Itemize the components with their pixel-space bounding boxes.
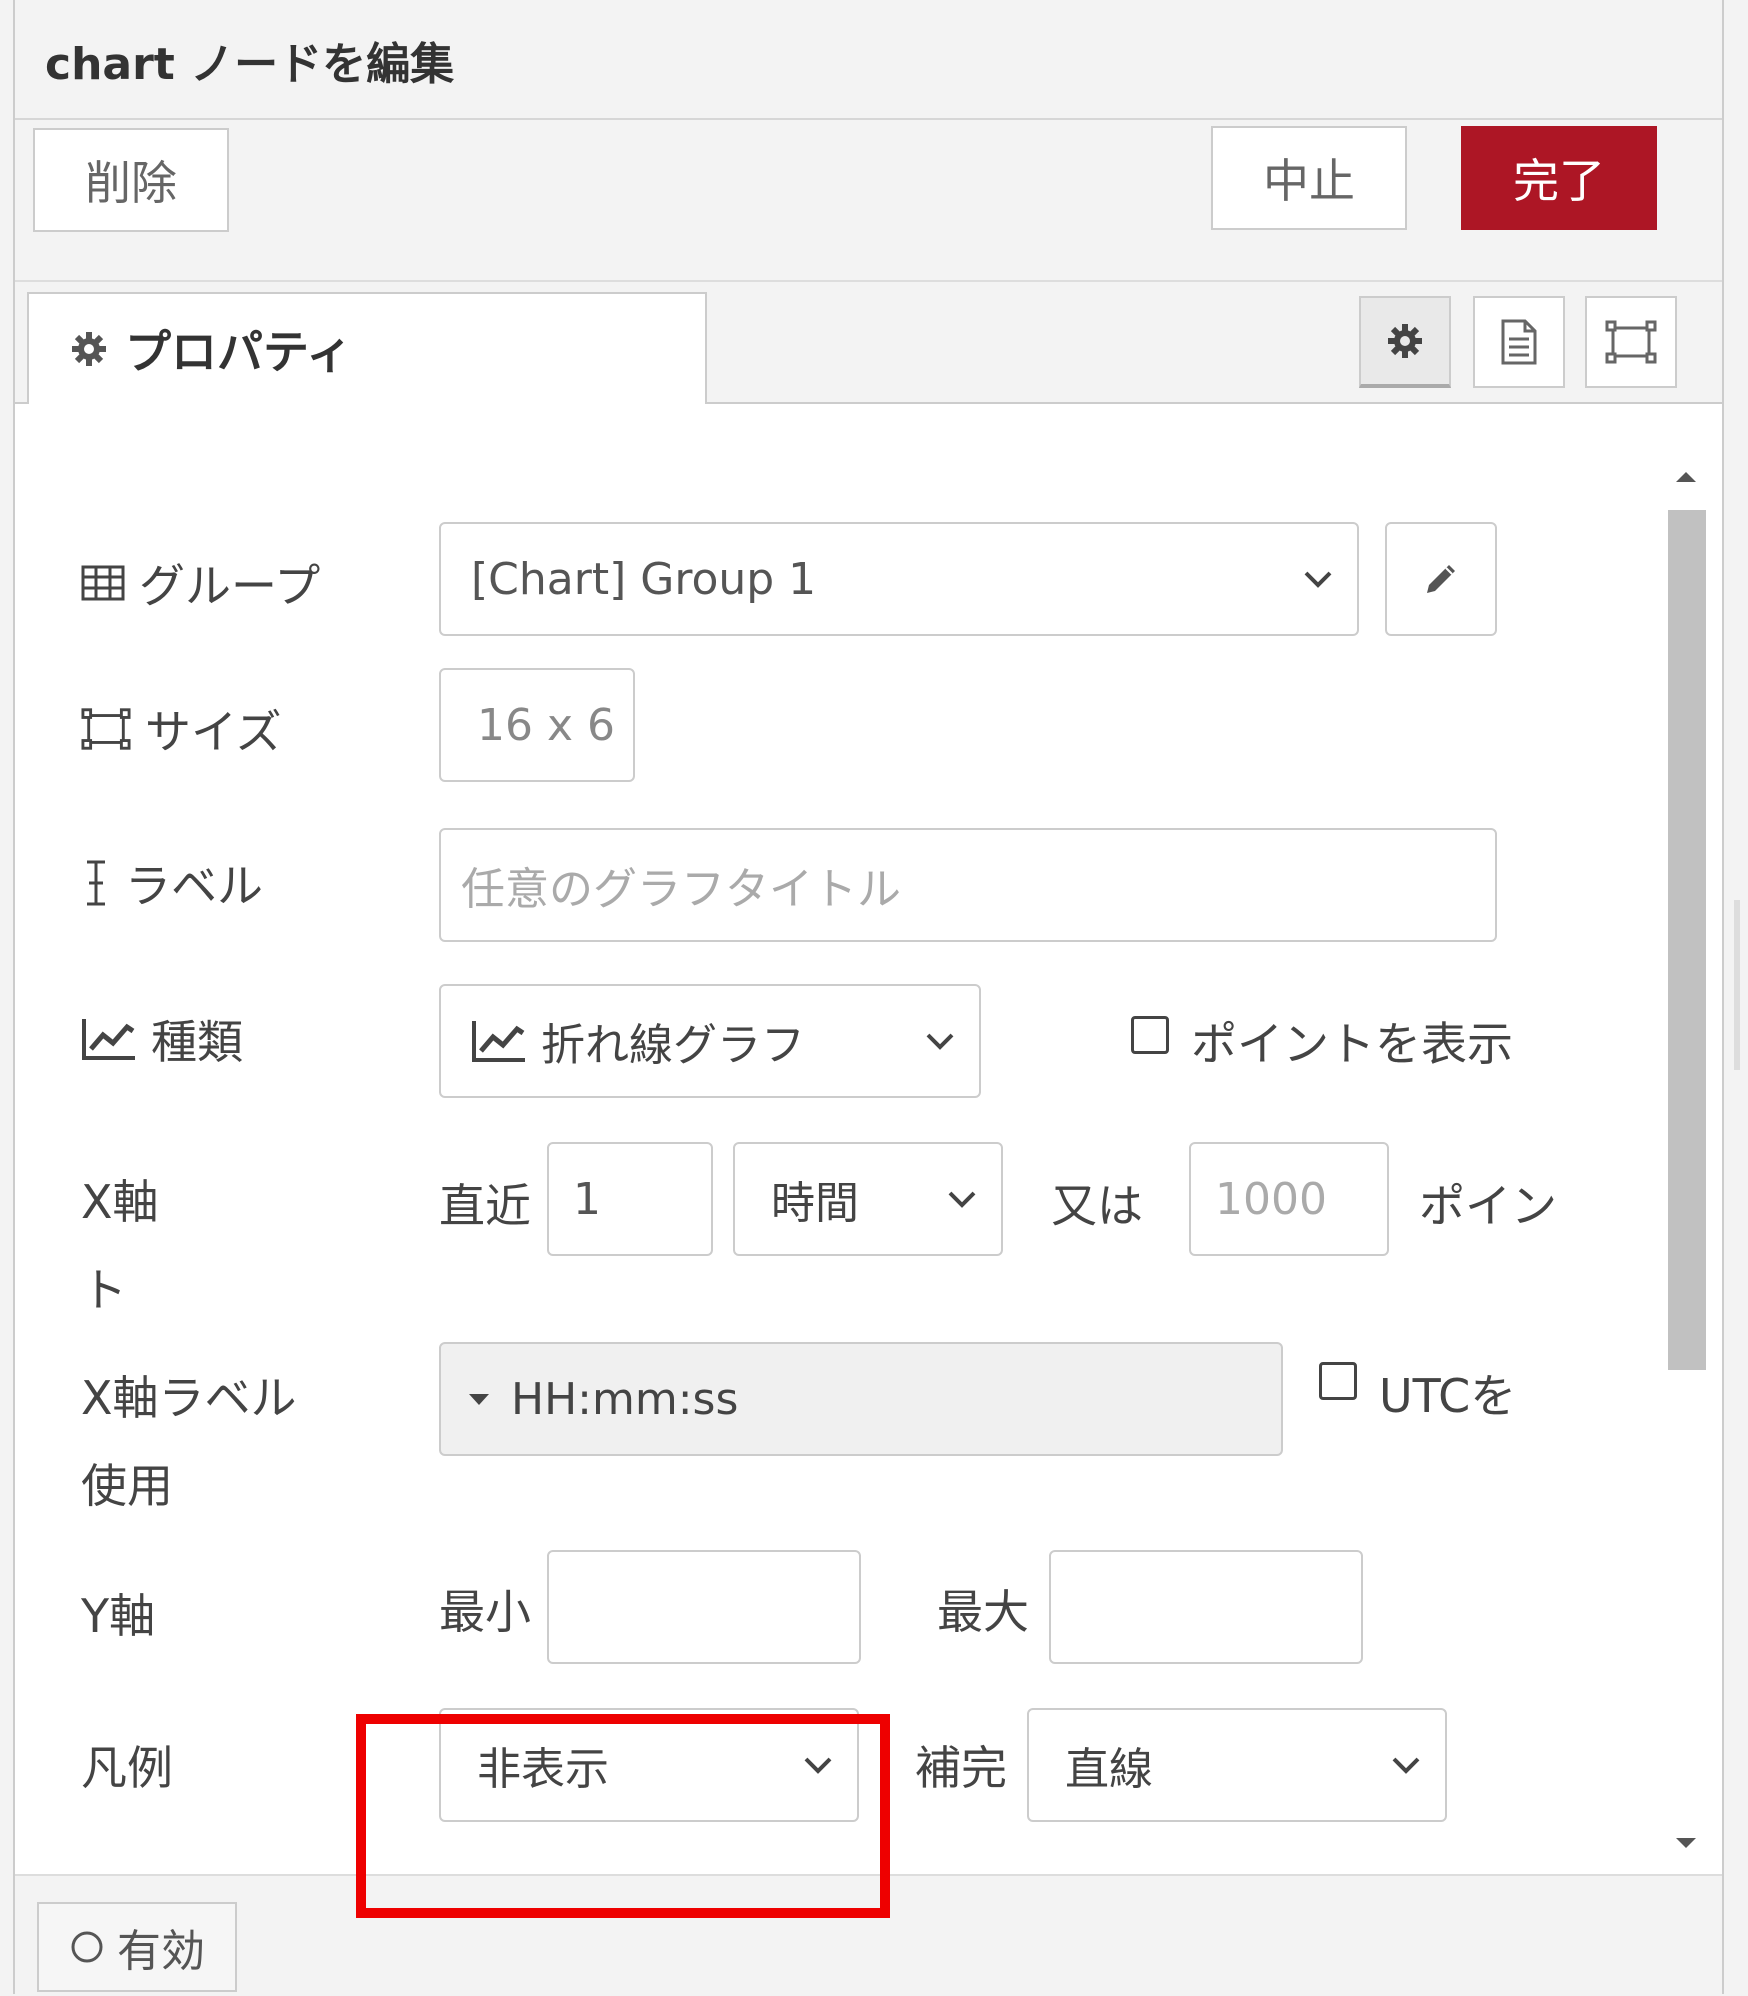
gear-icon	[1388, 324, 1422, 358]
scroll-down-icon	[1676, 1838, 1696, 1848]
legend-select[interactable]: 非表示	[439, 1708, 859, 1822]
chevron-down-icon	[948, 1191, 976, 1208]
panel-footer: 有効	[15, 1874, 1722, 1996]
scrollbar-thumb[interactable]	[1668, 510, 1706, 1370]
gear-icon	[72, 332, 106, 366]
tab-description[interactable]	[1473, 296, 1565, 388]
utc-label: UTCを	[1379, 1369, 1517, 1423]
ymax-label: 最大	[937, 1585, 1029, 1639]
type-label: 種類	[81, 1006, 243, 1072]
points-input[interactable]: 1000	[1189, 1142, 1389, 1256]
utc-checkbox[interactable]	[1319, 1362, 1357, 1400]
chevron-down-icon	[804, 1757, 832, 1774]
xaxis-label-format-label-cont: 使用	[81, 1459, 173, 1513]
group-label: グループ	[81, 550, 320, 616]
size-button[interactable]: 16 x 6	[439, 668, 635, 782]
xaxis-format-input[interactable]: HH:mm:ss	[439, 1342, 1283, 1456]
chart-type-select[interactable]: 折れ線グラフ	[439, 984, 981, 1098]
label-label: ラベル	[81, 850, 263, 916]
interpolate-select[interactable]: 直線	[1027, 1708, 1447, 1822]
table-icon	[81, 565, 125, 601]
points-label: ポイン	[1419, 1179, 1557, 1233]
line-chart-icon	[82, 1019, 135, 1060]
chevron-down-icon	[1392, 1757, 1420, 1774]
tab-appearance[interactable]	[1585, 296, 1677, 388]
recent-label: 直近	[439, 1179, 531, 1233]
size-icon	[81, 708, 131, 750]
panel-title: chart ノードを編集	[45, 39, 455, 90]
panel-header: chart ノードを編集	[15, 0, 1722, 120]
tab-bar: プロパティ	[15, 282, 1722, 404]
line-chart-icon	[472, 1021, 525, 1062]
show-points-checkbox[interactable]	[1131, 1016, 1169, 1054]
xaxis-label: X軸	[81, 1175, 159, 1229]
label-input[interactable]: 任意のグラフタイトル	[439, 828, 1497, 942]
circle-icon	[71, 1931, 103, 1963]
xaxis-label-cont: ト	[81, 1263, 127, 1317]
enable-toggle-button[interactable]: 有効	[37, 1902, 237, 1992]
legend-label: 凡例	[81, 1741, 173, 1795]
pencil-icon	[1427, 565, 1455, 593]
interpolate-label: 補完	[915, 1741, 1007, 1795]
cancel-button[interactable]: 中止	[1211, 126, 1407, 230]
or-label: 又は	[1051, 1179, 1143, 1233]
done-button[interactable]: 完了	[1461, 126, 1657, 230]
tab-properties[interactable]: プロパティ	[27, 292, 707, 404]
yaxis-label: Y軸	[81, 1589, 156, 1643]
delete-button[interactable]: 削除	[33, 128, 229, 232]
text-cursor-icon	[87, 860, 105, 906]
chevron-down-icon	[1304, 571, 1332, 588]
chevron-down-icon	[926, 1033, 954, 1050]
tab-settings[interactable]	[1359, 296, 1451, 388]
toolbar: 削除 中止 完了	[15, 120, 1722, 282]
show-points-label: ポイントを表示	[1191, 1017, 1513, 1071]
xaxis-label-format-label: X軸ラベル	[81, 1371, 297, 1425]
tab-properties-label: プロパティ	[125, 325, 353, 379]
caret-down-icon	[469, 1394, 489, 1405]
ymin-input[interactable]	[547, 1550, 861, 1664]
edit-group-button[interactable]	[1385, 522, 1497, 636]
scroll-up-icon	[1676, 472, 1696, 482]
size-label: サイズ	[81, 696, 282, 762]
document-icon	[1501, 319, 1537, 365]
edit-panel: chart ノードを編集 削除 中止 完了 プロパティ グループ [Chart]…	[13, 0, 1724, 1996]
resize-handle[interactable]	[1734, 900, 1740, 1070]
size-icon	[1605, 320, 1657, 364]
ymin-label: 最小	[439, 1585, 531, 1639]
time-unit-select[interactable]: 時間	[733, 1142, 1003, 1256]
recent-input[interactable]: 1	[547, 1142, 713, 1256]
properties-form: グループ [Chart] Group 1 サイズ 16 x 6 ラベル 任意のグ…	[15, 404, 1722, 1870]
ymax-input[interactable]	[1049, 1550, 1363, 1664]
group-select[interactable]: [Chart] Group 1	[439, 522, 1359, 636]
